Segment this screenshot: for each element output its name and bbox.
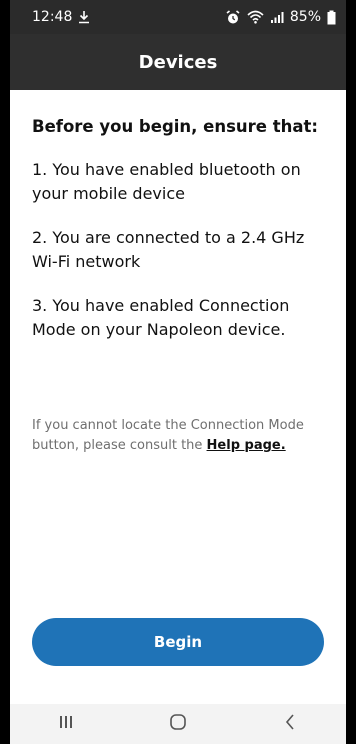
recent-apps-button[interactable] <box>36 704 96 744</box>
page-title: Devices <box>138 51 218 73</box>
back-icon <box>284 713 296 735</box>
signal-icon <box>270 11 284 24</box>
phone-screen: 12:48 85% Devices Before you begin, ensu… <box>0 0 356 744</box>
status-right: 85% <box>225 9 336 25</box>
battery-percentage: 85% <box>289 9 321 25</box>
wifi-icon <box>247 10 264 24</box>
instructions-heading: Before you begin, ensure that: <box>32 117 318 136</box>
main-content: Before you begin, ensure that: 1. You ha… <box>10 90 346 704</box>
help-page-link[interactable]: Help page. <box>207 438 286 453</box>
step-1: 1. You have enabled bluetooth on your mo… <box>32 160 301 204</box>
help-text: If you cannot locate the Connection Mode… <box>32 416 328 456</box>
battery-icon <box>327 10 336 25</box>
status-time: 12:48 <box>32 9 73 25</box>
begin-button[interactable]: Begin <box>32 618 324 666</box>
alarm-icon <box>225 9 241 25</box>
status-bar: 12:48 85% <box>10 0 346 34</box>
recent-apps-icon <box>58 714 74 734</box>
app-bar: Devices <box>10 34 346 90</box>
step-3: 3. You have enabled Connection Mode on y… <box>32 296 290 340</box>
system-nav-bar <box>10 704 346 744</box>
back-button[interactable] <box>260 704 320 744</box>
step-2: 2. You are connected to a 2.4 GHz Wi-Fi … <box>32 228 305 272</box>
status-left: 12:48 <box>32 9 90 25</box>
home-icon <box>169 713 187 735</box>
home-button[interactable] <box>148 704 208 744</box>
download-icon <box>78 10 90 24</box>
